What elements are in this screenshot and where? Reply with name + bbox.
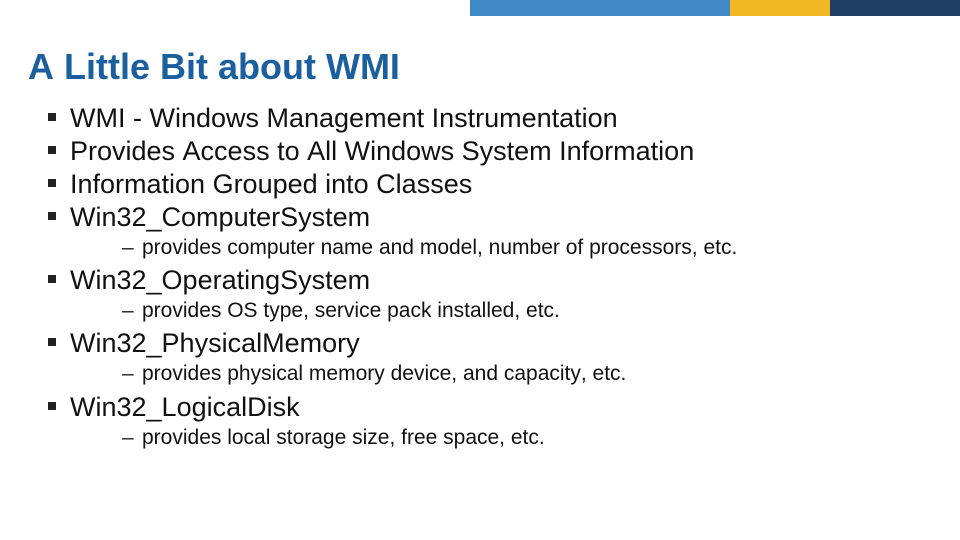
list-item: Win32_LogicalDisk provides local storage… bbox=[28, 391, 932, 452]
sub-list: provides physical memory device, and cap… bbox=[70, 360, 932, 388]
sub-list: provides local storage size, free space,… bbox=[70, 424, 932, 452]
list-item: Win32_PhysicalMemory provides physical m… bbox=[28, 327, 932, 388]
accent-bar bbox=[470, 0, 960, 16]
accent-navy bbox=[830, 0, 960, 16]
list-item: Win32_ComputerSystem provides computer n… bbox=[28, 201, 932, 262]
bullet-label: Information Grouped into Classes bbox=[70, 168, 932, 201]
bullet-label: Win32_OperatingSystem bbox=[70, 264, 932, 297]
accent-blue bbox=[470, 0, 730, 16]
sub-list: provides computer name and model, number… bbox=[70, 234, 932, 262]
bullet-list: WMI - Windows Management Instrumentation… bbox=[28, 102, 932, 452]
list-item: Information Grouped into Classes bbox=[28, 168, 932, 201]
list-item: WMI - Windows Management Instrumentation bbox=[28, 102, 932, 135]
slide-title: A Little Bit about WMI bbox=[28, 46, 932, 88]
sub-list: provides OS type, service pack installed… bbox=[70, 297, 932, 325]
bullet-label: Win32_PhysicalMemory bbox=[70, 327, 932, 360]
accent-yellow bbox=[730, 0, 830, 16]
sub-item: provides physical memory device, and cap… bbox=[70, 360, 932, 388]
bullet-label: Win32_LogicalDisk bbox=[70, 391, 932, 424]
sub-item: provides computer name and model, number… bbox=[70, 234, 932, 262]
bullet-label: WMI - Windows Management Instrumentation bbox=[70, 102, 932, 135]
sub-item: provides OS type, service pack installed… bbox=[70, 297, 932, 325]
bullet-label: Provides Access to All Windows System In… bbox=[70, 135, 932, 168]
list-item: Provides Access to All Windows System In… bbox=[28, 135, 932, 168]
sub-item: provides local storage size, free space,… bbox=[70, 424, 932, 452]
slide-body: A Little Bit about WMI WMI - Windows Man… bbox=[28, 46, 932, 454]
list-item: Win32_OperatingSystem provides OS type, … bbox=[28, 264, 932, 325]
bullet-label: Win32_ComputerSystem bbox=[70, 201, 932, 234]
